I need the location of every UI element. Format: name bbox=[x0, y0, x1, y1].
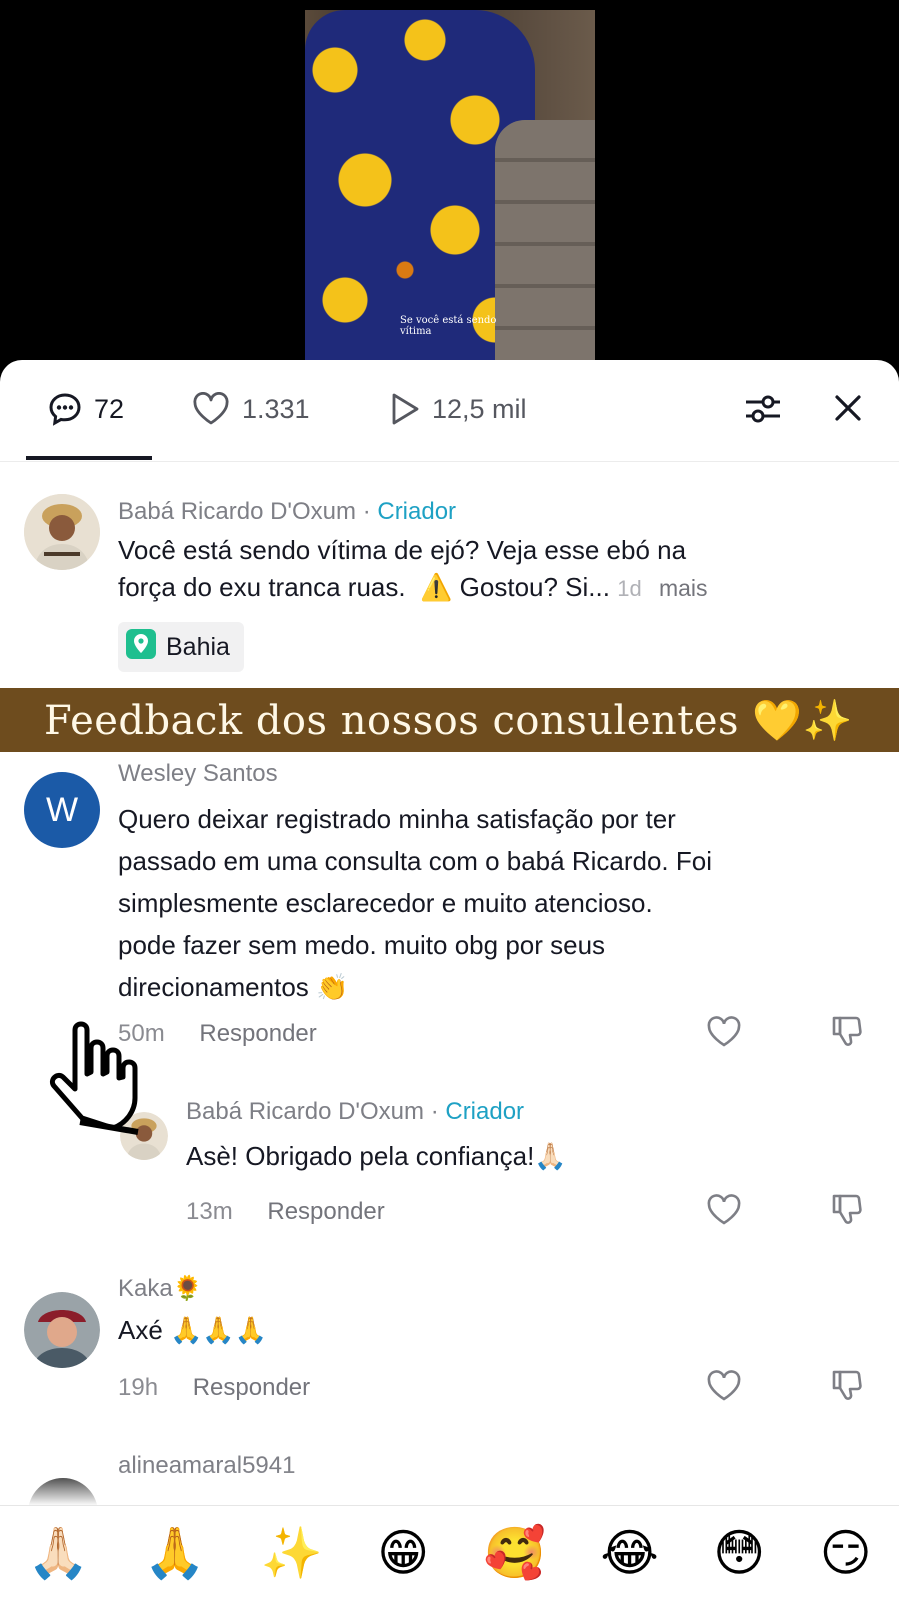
location-label: Bahia bbox=[166, 632, 230, 661]
reply-button[interactable]: Responder bbox=[267, 1198, 384, 1225]
avatar-letter: W bbox=[45, 790, 79, 829]
emoji-sparkles[interactable]: ✨ bbox=[261, 1523, 323, 1583]
dislike-button[interactable] bbox=[830, 1014, 864, 1053]
tab-likes[interactable]: 1.331 bbox=[192, 392, 310, 426]
comments-count: 72 bbox=[94, 393, 125, 424]
comment-meta: 19h Responder bbox=[118, 1374, 310, 1402]
likes-count: 1.331 bbox=[242, 393, 310, 424]
emoji-pray[interactable]: 🙏 bbox=[144, 1523, 206, 1583]
emoji-pray-light[interactable]: 🙏🏻 bbox=[27, 1523, 89, 1583]
play-icon bbox=[390, 392, 420, 426]
like-button[interactable] bbox=[706, 1370, 742, 1407]
video-caption: Se você está sendo vítima bbox=[400, 315, 497, 337]
reply-text: Asè! Obrigado pela confiança!🙏🏻 bbox=[186, 1141, 567, 1171]
emoji-hearts[interactable]: 🥰 bbox=[484, 1523, 546, 1583]
filter-button[interactable] bbox=[744, 392, 782, 431]
creator-badge: Criador bbox=[377, 498, 457, 525]
thumbs-down-icon bbox=[830, 1194, 864, 1230]
emoji-flushed[interactable]: 😳 bbox=[713, 1523, 765, 1583]
location-tag[interactable]: Bahia bbox=[118, 622, 244, 672]
list-fade bbox=[0, 1470, 899, 1510]
active-tab-indicator bbox=[26, 456, 152, 460]
more-link[interactable]: mais bbox=[659, 575, 708, 601]
comment-text: Axé 🙏🙏🙏 bbox=[118, 1315, 268, 1345]
location-pin-icon bbox=[126, 628, 156, 666]
comment-author[interactable]: Wesley Santos bbox=[118, 760, 278, 788]
video-player[interactable]: Se você está sendo vítima bbox=[305, 10, 595, 360]
sliders-icon bbox=[744, 395, 782, 430]
dislike-button[interactable] bbox=[830, 1368, 864, 1407]
emoji-quick-bar: 🙏🏻 🙏 ✨ 😁 🥰 😂 😳 😏 bbox=[0, 1505, 899, 1600]
emoji-grin[interactable]: 😁 bbox=[377, 1523, 429, 1583]
tab-views[interactable]: 12,5 mil bbox=[390, 392, 527, 426]
emoji-smirk[interactable]: 😏 bbox=[820, 1523, 872, 1583]
feedback-banner: Feedback dos nossos consulentes 💛✨ bbox=[0, 688, 899, 752]
comment-time: 13m bbox=[186, 1198, 233, 1225]
views-count: 12,5 mil bbox=[432, 393, 527, 424]
like-button[interactable] bbox=[706, 1016, 742, 1053]
comment-text: Quero deixar registrado minha satisfação… bbox=[118, 804, 712, 1002]
hand-pointer-icon bbox=[40, 1010, 160, 1145]
feedback-banner-text: Feedback dos nossos consulentes 💛✨ bbox=[44, 697, 853, 744]
comment-icon bbox=[48, 392, 82, 426]
reply-author[interactable]: Babá Ricardo D'Oxum · Criador bbox=[186, 1098, 524, 1126]
emoji-laugh[interactable]: 😂 bbox=[600, 1523, 658, 1583]
thumbs-down-icon bbox=[830, 1370, 864, 1406]
creator-avatar[interactable] bbox=[24, 494, 100, 570]
post-author[interactable]: Babá Ricardo D'Oxum · Criador bbox=[118, 498, 456, 526]
post-text: Você está sendo vítima de ejó? Veja esse… bbox=[118, 535, 708, 602]
reply-button[interactable]: Responder bbox=[199, 1020, 316, 1047]
avatar[interactable]: W bbox=[24, 772, 100, 848]
creator-badge: Criador bbox=[445, 1098, 525, 1125]
close-icon bbox=[832, 395, 864, 428]
close-button[interactable] bbox=[832, 392, 864, 429]
heart-icon bbox=[706, 1194, 742, 1230]
avatar[interactable] bbox=[24, 1292, 100, 1368]
heart-icon bbox=[706, 1370, 742, 1406]
post-time: 1d bbox=[617, 576, 642, 601]
warning-icon: ⚠️ bbox=[420, 572, 453, 602]
video-couch bbox=[495, 120, 595, 360]
comment-meta: 13m Responder bbox=[186, 1198, 385, 1226]
reply-button[interactable]: Responder bbox=[193, 1374, 310, 1401]
thumbs-down-icon bbox=[830, 1016, 864, 1052]
dislike-button[interactable] bbox=[830, 1192, 864, 1231]
comment-time: 19h bbox=[118, 1374, 159, 1401]
tab-comments[interactable]: 72 bbox=[48, 392, 124, 426]
comments-sheet: 72 1.331 12,5 mil Babá Ricardo D'Oxum · … bbox=[0, 360, 899, 1600]
comment-author[interactable]: Kaka🌻 bbox=[118, 1274, 203, 1303]
heart-icon bbox=[192, 392, 230, 426]
stats-bar: 72 1.331 12,5 mil bbox=[0, 360, 899, 462]
like-button[interactable] bbox=[706, 1194, 742, 1231]
heart-icon bbox=[706, 1016, 742, 1052]
